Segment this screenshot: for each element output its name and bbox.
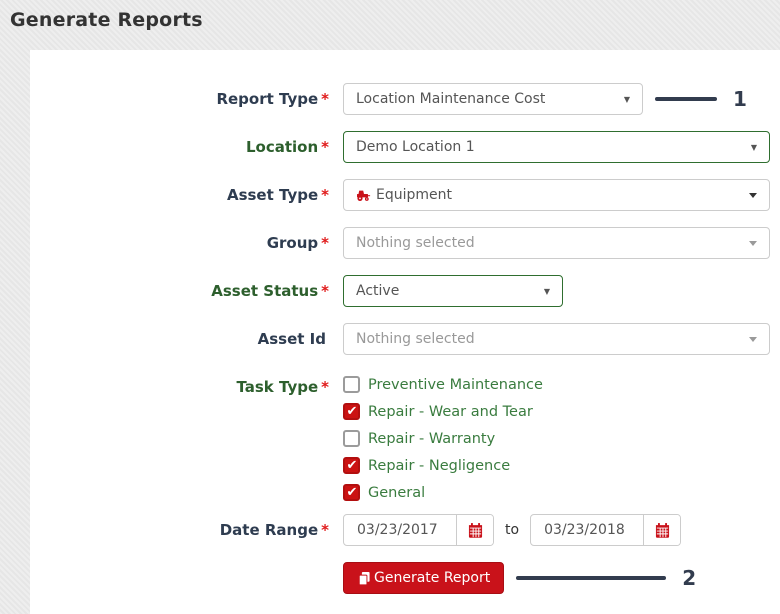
asset-id-label-text: Asset Id [257, 330, 326, 348]
asset-id-select[interactable]: Nothing selected [343, 323, 770, 355]
required-asterisk: * [321, 186, 329, 204]
group-select[interactable]: Nothing selected [343, 227, 770, 259]
required-asterisk: * [321, 138, 329, 156]
group-label-text: Group [266, 234, 319, 252]
date-to-input[interactable]: 03/23/2018 [531, 515, 643, 545]
date-from-calendar-button[interactable] [456, 515, 493, 545]
submit-row: Generate Report 2 [30, 562, 780, 594]
required-asterisk: * [321, 378, 329, 396]
checkbox-repair-warranty[interactable]: Repair - Warranty [343, 425, 543, 452]
asset-type-label-text: Asset Type [226, 186, 319, 204]
calendar-icon [655, 522, 670, 538]
asset-type-select[interactable]: Equipment [343, 179, 770, 211]
date-range-row: Date Range * 03/23/2017 to 03/23/2018 [30, 514, 780, 546]
asset-status-label: Asset Status * [30, 275, 343, 301]
annotation-number: 1 [733, 87, 747, 111]
asset-status-select[interactable]: Active ▼ [343, 275, 563, 307]
checkbox-label[interactable]: Preventive Maintenance [368, 377, 543, 393]
required-asterisk: * [321, 90, 329, 108]
asset-type-value: Equipment [376, 187, 452, 203]
checkbox-icon[interactable] [343, 403, 360, 420]
chevron-down-icon: ▼ [623, 94, 630, 104]
caret-down-icon [749, 192, 757, 198]
asset-type-row: Asset Type * Equipment [30, 179, 780, 211]
checkbox-preventive-maintenance[interactable]: Preventive Maintenance [343, 371, 543, 398]
location-row: Location * Demo Location 1 ▼ [30, 131, 780, 163]
chevron-down-icon: ▼ [543, 286, 550, 296]
chevron-down-icon: ▼ [750, 142, 757, 152]
report-type-value: Location Maintenance Cost [356, 91, 546, 107]
date-from-group: 03/23/2017 [343, 514, 494, 546]
report-type-row: Report Type * Location Maintenance Cost ▼… [30, 83, 780, 115]
asset-id-row: Asset Id Nothing selected [30, 323, 780, 355]
group-placeholder: Nothing selected [356, 235, 475, 251]
date-range-separator: to [505, 522, 520, 538]
report-type-select[interactable]: Location Maintenance Cost ▼ [343, 83, 643, 115]
submit-row-spacer [30, 562, 343, 568]
checkbox-general[interactable]: General [343, 479, 543, 506]
checkbox-repair-wear-and-tear[interactable]: Repair - Wear and Tear [343, 398, 543, 425]
date-from-input[interactable]: 03/23/2017 [344, 515, 456, 545]
task-type-row: Task Type* Preventive Maintenance Repair… [30, 371, 780, 506]
group-row: Group * Nothing selected [30, 227, 780, 259]
date-range-controls: 03/23/2017 to 03/23/2018 [343, 514, 682, 546]
location-select[interactable]: Demo Location 1 ▼ [343, 131, 770, 163]
asset-id-placeholder: Nothing selected [356, 331, 475, 347]
calendar-icon [468, 522, 483, 538]
checkbox-icon[interactable] [343, 457, 360, 474]
report-form-panel: Report Type * Location Maintenance Cost ▼… [30, 50, 780, 614]
caret-down-icon [749, 240, 757, 246]
annotation-line [516, 576, 667, 580]
checkbox-label[interactable]: Repair - Negligence [368, 458, 510, 474]
date-range-label-text: Date Range [219, 521, 319, 539]
date-to-group: 03/23/2018 [530, 514, 682, 546]
generate-report-form: Report Type * Location Maintenance Cost ▼… [30, 50, 780, 594]
required-asterisk: * [321, 521, 329, 539]
location-label: Location * [30, 131, 343, 157]
annotation-step2: 2 [516, 562, 696, 594]
checkbox-label[interactable]: General [368, 485, 425, 501]
report-type-label: Report Type * [30, 83, 343, 109]
asset-status-value: Active [356, 283, 400, 299]
annotation-step1: 1 [655, 83, 747, 115]
group-label: Group * [30, 227, 343, 253]
checkbox-icon[interactable] [343, 430, 360, 447]
location-label-text: Location [245, 138, 319, 156]
task-type-label: Task Type * [30, 371, 343, 397]
date-range-label: Date Range * [30, 514, 343, 540]
checkbox-label[interactable]: Repair - Wear and Tear [368, 404, 533, 420]
location-value: Demo Location 1 [356, 139, 475, 155]
task-type-checkbox-list: Preventive Maintenance Repair - Wear and… [343, 371, 543, 506]
task-type-label-text: Task Type [236, 378, 319, 396]
generate-report-button-label: Generate Report [374, 570, 491, 586]
annotation-line [655, 97, 717, 101]
asset-status-label-text: Asset Status [211, 282, 319, 300]
checkbox-repair-negligence[interactable]: Repair - Negligence [343, 452, 543, 479]
required-asterisk: * [321, 282, 329, 300]
checkbox-icon[interactable] [343, 376, 360, 393]
generate-report-button[interactable]: Generate Report [343, 562, 505, 594]
page-title: Generate Reports [10, 9, 203, 31]
checkbox-label[interactable]: Repair - Warranty [368, 431, 495, 447]
asset-id-label: Asset Id [30, 323, 343, 349]
asset-status-row: Asset Status * Active ▼ [30, 275, 780, 307]
checkbox-icon[interactable] [343, 484, 360, 501]
generate-report-icon [357, 571, 372, 586]
asset-type-label: Asset Type * [30, 179, 343, 205]
required-asterisk: * [321, 234, 329, 252]
report-type-label-text: Report Type [216, 90, 319, 108]
caret-down-icon [749, 336, 757, 342]
date-to-calendar-button[interactable] [643, 515, 681, 545]
equipment-icon [356, 188, 371, 202]
annotation-number: 2 [682, 566, 697, 590]
